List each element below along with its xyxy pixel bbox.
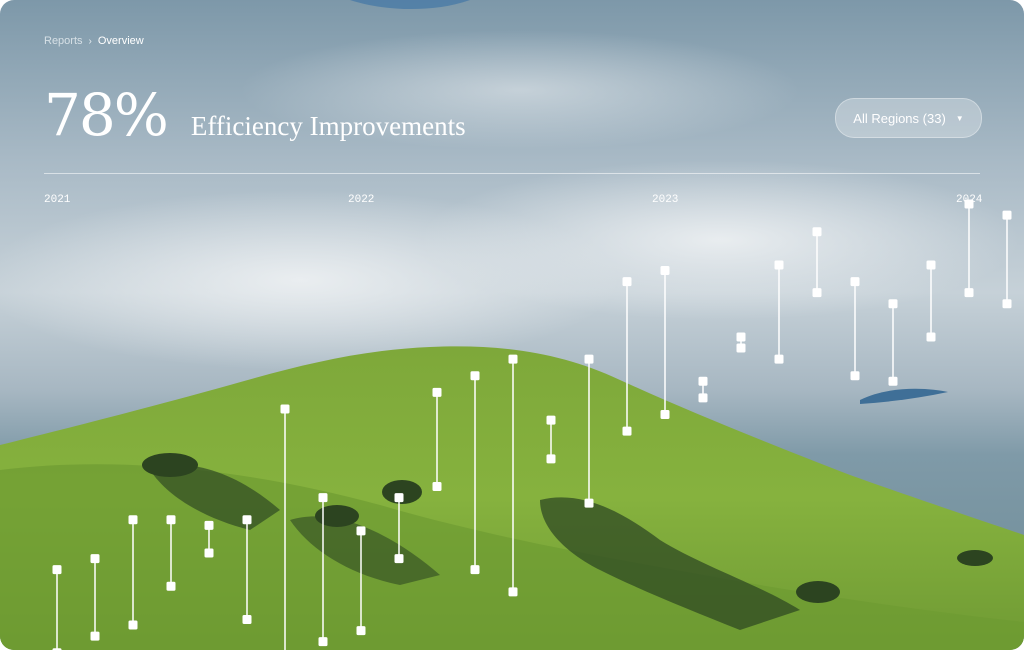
range-low-marker[interactable] bbox=[812, 288, 822, 298]
range-mark-2023-Q8[interactable] bbox=[926, 260, 936, 342]
range-low-marker[interactable] bbox=[1002, 299, 1012, 309]
range-high-marker[interactable] bbox=[204, 520, 214, 530]
dashboard-panel: Reports › Overview 78% Efficiency Improv… bbox=[0, 0, 1024, 650]
range-high-marker[interactable] bbox=[622, 277, 632, 287]
range-high-marker[interactable] bbox=[584, 354, 594, 364]
range-high-marker[interactable] bbox=[1002, 210, 1012, 220]
range-mark-2022-Q6[interactable] bbox=[546, 415, 556, 464]
range-high-marker[interactable] bbox=[964, 199, 974, 209]
range-high-marker[interactable] bbox=[888, 299, 898, 309]
range-low-marker[interactable] bbox=[926, 332, 936, 342]
range-mark-2021-Q5[interactable] bbox=[204, 520, 214, 558]
range-mark-2023-Q4[interactable] bbox=[774, 260, 784, 364]
range-mark-2023-Q3[interactable] bbox=[736, 332, 746, 353]
range-high-marker[interactable] bbox=[926, 260, 936, 270]
range-low-marker[interactable] bbox=[432, 482, 442, 492]
range-mark-2021-Q6[interactable] bbox=[242, 515, 252, 625]
range-low-marker[interactable] bbox=[128, 620, 138, 630]
range-mark-2023-Q1[interactable] bbox=[660, 266, 670, 420]
range-low-marker[interactable] bbox=[964, 288, 974, 298]
range-low-marker[interactable] bbox=[698, 393, 708, 403]
range-low-marker[interactable] bbox=[90, 631, 100, 641]
range-mark-2021-Q1[interactable] bbox=[52, 565, 62, 650]
range-low-marker[interactable] bbox=[850, 371, 860, 381]
range-high-marker[interactable] bbox=[660, 266, 670, 275]
efficiency-range-chart bbox=[52, 199, 1012, 650]
range-low-marker[interactable] bbox=[204, 548, 214, 558]
range-high-marker[interactable] bbox=[774, 260, 784, 270]
range-low-marker[interactable] bbox=[356, 626, 366, 636]
range-high-marker[interactable] bbox=[166, 515, 176, 525]
range-mark-2022-Q2[interactable] bbox=[394, 493, 404, 564]
range-high-marker[interactable] bbox=[508, 354, 518, 364]
range-high-marker[interactable] bbox=[812, 227, 822, 237]
range-mark-2022-Q7[interactable] bbox=[584, 354, 594, 508]
range-high-marker[interactable] bbox=[736, 332, 746, 342]
range-low-marker[interactable] bbox=[318, 637, 328, 647]
range-high-marker[interactable] bbox=[432, 387, 442, 397]
range-low-marker[interactable] bbox=[774, 354, 784, 364]
range-high-marker[interactable] bbox=[850, 277, 860, 287]
range-mark-2022-Q3[interactable] bbox=[432, 387, 442, 492]
range-low-marker[interactable] bbox=[888, 376, 898, 386]
range-low-marker[interactable] bbox=[622, 426, 632, 436]
range-mark-2023-Q2[interactable] bbox=[698, 376, 708, 403]
range-mark-2021-Q3[interactable] bbox=[128, 515, 138, 630]
range-low-marker[interactable] bbox=[736, 343, 746, 353]
range-high-marker[interactable] bbox=[546, 415, 556, 425]
range-high-marker[interactable] bbox=[280, 404, 290, 414]
range-mark-2024-Q2[interactable] bbox=[1002, 210, 1012, 309]
range-high-marker[interactable] bbox=[52, 565, 62, 575]
range-high-marker[interactable] bbox=[242, 515, 252, 525]
range-high-marker[interactable] bbox=[470, 371, 480, 381]
range-high-marker[interactable] bbox=[128, 515, 138, 525]
range-mark-2022-Q4[interactable] bbox=[470, 371, 480, 575]
range-mark-2021-Q8[interactable] bbox=[318, 493, 328, 647]
range-low-marker[interactable] bbox=[394, 554, 404, 564]
content-overlay: Reports › Overview 78% Efficiency Improv… bbox=[0, 0, 1024, 650]
range-low-marker[interactable] bbox=[584, 498, 594, 508]
range-low-marker[interactable] bbox=[660, 410, 670, 420]
range-mark-2024-Q1[interactable] bbox=[964, 199, 974, 298]
range-low-marker[interactable] bbox=[470, 565, 480, 575]
range-mark-2022-Q8[interactable] bbox=[622, 277, 632, 436]
range-mark-2021-Q7[interactable] bbox=[280, 404, 290, 650]
range-low-marker[interactable] bbox=[242, 615, 252, 625]
range-mark-2022-Q5[interactable] bbox=[508, 354, 518, 597]
range-mark-2023-Q5[interactable] bbox=[812, 227, 822, 298]
range-mark-2023-Q6[interactable] bbox=[850, 277, 860, 381]
range-high-marker[interactable] bbox=[90, 554, 100, 564]
range-high-marker[interactable] bbox=[318, 493, 328, 503]
range-mark-2021-Q2[interactable] bbox=[90, 554, 100, 641]
range-high-marker[interactable] bbox=[394, 493, 404, 503]
range-mark-2021-Q4[interactable] bbox=[166, 515, 176, 591]
range-high-marker[interactable] bbox=[698, 376, 708, 386]
range-low-marker[interactable] bbox=[166, 581, 176, 591]
range-high-marker[interactable] bbox=[356, 526, 366, 536]
range-mark-2022-Q1[interactable] bbox=[356, 526, 366, 636]
range-low-marker[interactable] bbox=[546, 454, 556, 464]
range-low-marker[interactable] bbox=[508, 587, 518, 597]
range-mark-2023-Q7[interactable] bbox=[888, 299, 898, 386]
